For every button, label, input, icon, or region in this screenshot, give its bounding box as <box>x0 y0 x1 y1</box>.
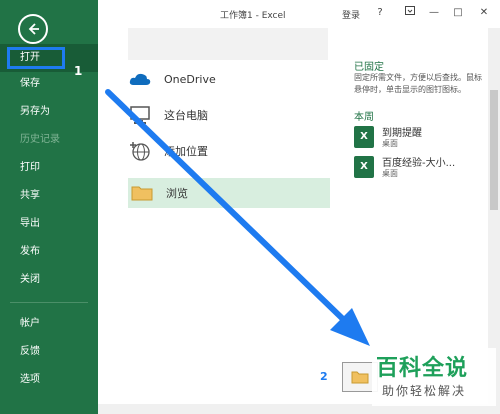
back-arrow-icon <box>28 23 39 35</box>
open-highlight-box <box>7 47 65 69</box>
pinned-description: 固定所需文件，方便以后查找。鼠标悬停时，单击显示的图钉图标。 <box>354 73 482 94</box>
login-link[interactable]: 登录 <box>342 8 360 21</box>
excel-file-icon: X <box>354 126 374 148</box>
sidebar-item-publish[interactable]: 发布 <box>0 238 98 266</box>
watermark-title: 百科全说 <box>376 356 469 381</box>
step-badge-2: 2 <box>320 370 328 383</box>
folder-icon <box>128 181 156 205</box>
minimize-button[interactable]: — <box>424 4 444 22</box>
title-bar: 工作簿1 - Excel 登录 ? — □ ✕ <box>98 0 500 28</box>
place-browse[interactable]: 浏览 <box>128 178 330 208</box>
close-button[interactable]: ✕ <box>474 4 494 22</box>
sidebar-item-save[interactable]: 保存 <box>0 70 98 98</box>
sidebar-item-save-as[interactable]: 另存为 <box>0 98 98 126</box>
recent-file[interactable]: X 到期提醒 桌面 <box>354 124 486 154</box>
place-this-pc[interactable]: 这台电脑 <box>126 100 328 130</box>
recent-file[interactable]: X 百度经验-大小... 桌面 <box>354 154 486 184</box>
back-button[interactable] <box>18 14 48 44</box>
sidebar-divider <box>10 302 88 303</box>
cloud-icon <box>126 67 154 91</box>
sidebar-item-feedback[interactable]: 反馈 <box>0 338 98 366</box>
sidebar-item-print[interactable]: 打印 <box>0 154 98 182</box>
ribbon-display-button[interactable] <box>400 4 420 22</box>
sidebar-item-share[interactable]: 共享 <box>0 182 98 210</box>
computer-icon <box>126 103 154 127</box>
scrollbar-thumb[interactable] <box>490 90 498 210</box>
excel-file-icon: X <box>354 156 374 178</box>
sidebar-item-options[interactable]: 选项 <box>0 366 98 394</box>
watermark-subtitle: 助你轻松解决 <box>382 384 467 398</box>
place-add-location[interactable]: 添加位置 <box>126 136 328 166</box>
backstage-sidebar: 打开 保存 另存为 历史记录 打印 共享 导出 发布 关闭 帐户 反馈 选项 1 <box>0 0 98 414</box>
window-title: 工作簿1 - Excel <box>220 11 286 21</box>
help-button[interactable]: ? <box>370 4 390 22</box>
restore-button[interactable]: □ <box>448 4 468 22</box>
globe-plus-icon <box>126 139 154 163</box>
step-badge-1: 1 <box>74 64 83 78</box>
watermark: 百科全说 助你轻松解决 <box>372 348 496 406</box>
folder-icon <box>351 371 369 384</box>
sidebar-item-export[interactable]: 导出 <box>0 210 98 238</box>
place-onedrive[interactable]: OneDrive <box>126 64 328 94</box>
recent-place-partial <box>128 28 328 60</box>
ribbon-display-icon <box>405 6 415 15</box>
sidebar-item-account[interactable]: 帐户 <box>0 310 98 338</box>
sidebar-item-history: 历史记录 <box>20 134 60 145</box>
sidebar-item-close[interactable]: 关闭 <box>0 266 98 294</box>
pinned-title: 已固定 <box>354 62 384 73</box>
this-week-title: 本周 <box>354 112 374 123</box>
places-list: OneDrive 这台电脑 添加位置 浏览 <box>98 28 338 408</box>
